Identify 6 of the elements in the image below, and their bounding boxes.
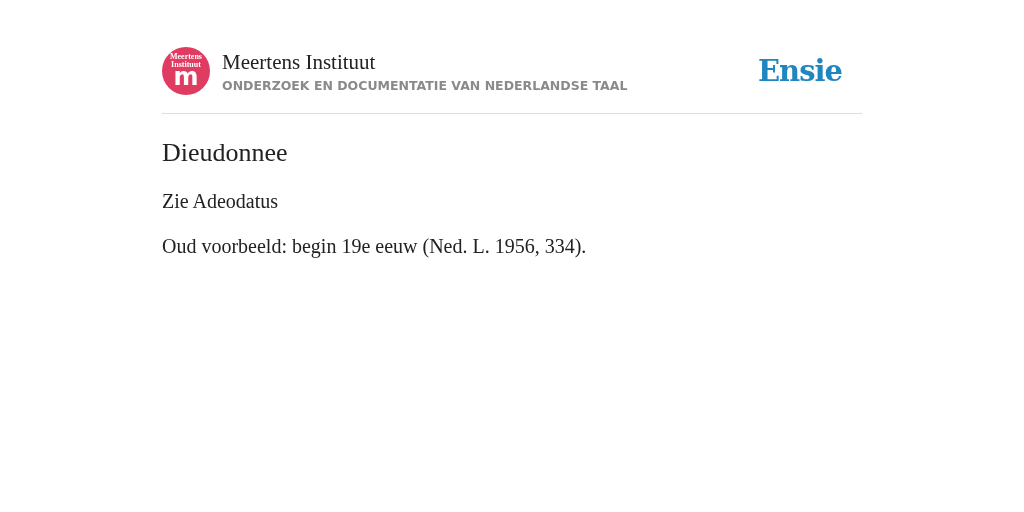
entry-heading: Dieudonnee bbox=[162, 138, 289, 168]
entry-paragraph: Zie Adeodatus bbox=[162, 190, 280, 213]
site-subtitle: ONDERZOEK EN DOCUMENTATIE VAN NEDERLANDSE TAAL bbox=[222, 77, 629, 93]
entry-paragraph: Oud voorbeeld: begin 19e eeuw (Ned. L. 1956, 334). bbox=[162, 235, 588, 258]
site-title: Meertens Instituut bbox=[222, 49, 377, 74]
brand-link[interactable]: Ensie bbox=[758, 54, 842, 88]
